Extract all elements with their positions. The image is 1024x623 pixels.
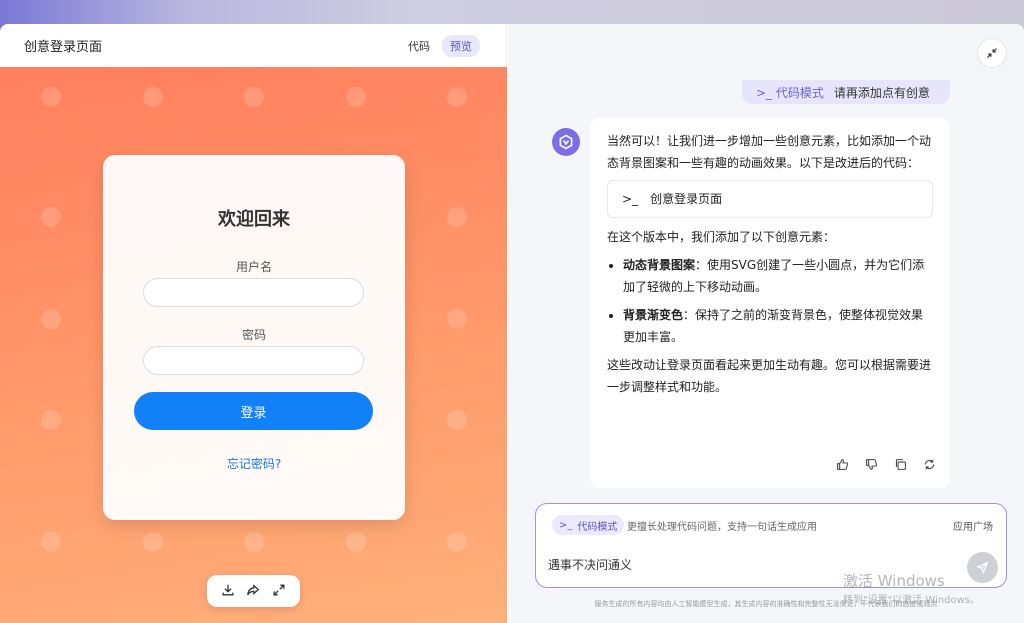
view-toggle: 代码 预览 bbox=[400, 35, 480, 57]
mode-hint: 更擅长处理代码问题，支持一句话生成应用 bbox=[627, 522, 817, 533]
copy-icon[interactable] bbox=[894, 456, 907, 478]
share-icon[interactable] bbox=[246, 582, 260, 601]
background-dot bbox=[41, 532, 61, 552]
collapse-icon bbox=[987, 48, 997, 58]
assistant-closing: 这些改动让登录页面看起来更加生动有趣。您可以根据需要进一步调整样式和功能。 bbox=[607, 358, 932, 394]
list-item: 背景渐变色：保持了之前的渐变背景色，使整体视觉效果更加丰富。 bbox=[623, 304, 933, 348]
expand-icon[interactable] bbox=[272, 582, 286, 601]
background-dot bbox=[346, 87, 366, 107]
background-dot bbox=[447, 207, 467, 227]
user-message-mode: >_ 代码模式 bbox=[756, 85, 824, 100]
background-dot bbox=[447, 309, 467, 329]
background-dot bbox=[41, 309, 61, 329]
background-dot bbox=[143, 87, 163, 107]
thumbs-up-icon[interactable] bbox=[836, 456, 849, 478]
assistant-logo-icon bbox=[559, 134, 573, 150]
preview-toolbar bbox=[207, 575, 300, 607]
preview-pane: 创意登录页面 代码 预览 欢迎回来 用户名 密码 登录 忘记密码? bbox=[0, 24, 507, 623]
background-dot bbox=[244, 87, 264, 107]
assistant-avatar bbox=[552, 128, 580, 156]
preview-title: 创意登录页面 bbox=[24, 40, 103, 55]
username-input[interactable] bbox=[143, 278, 364, 307]
login-button[interactable]: 登录 bbox=[134, 392, 373, 430]
collapse-button[interactable] bbox=[977, 38, 1007, 68]
list-item: 动态背景图案：使用SVG创建了一些小圆点，并为它们添加了轻微的上下移动动画。 bbox=[623, 254, 933, 298]
login-card: 欢迎回来 用户名 密码 登录 忘记密码? bbox=[103, 155, 405, 520]
terminal-icon: >_ bbox=[622, 192, 639, 206]
tab-code[interactable]: 代码 bbox=[400, 35, 438, 57]
assistant-bullet-list: 动态背景图案：使用SVG创建了一些小圆点，并为它们添加了轻微的上下移动动画。 背… bbox=[623, 254, 933, 348]
regenerate-icon[interactable] bbox=[923, 456, 936, 478]
chat-pane: >_ 代码模式 请再添加点有创意 当然可以！让我们进一步增加一些创意元素，比如添… bbox=[508, 24, 1024, 623]
thumbs-down-icon[interactable] bbox=[865, 456, 878, 478]
preview-canvas: 欢迎回来 用户名 密码 登录 忘记密码? bbox=[0, 67, 507, 623]
login-heading: 欢迎回来 bbox=[218, 209, 290, 230]
background-dot bbox=[41, 410, 61, 430]
background-dot bbox=[346, 532, 366, 552]
code-mode-chip[interactable]: >_ 代码模式 bbox=[552, 515, 625, 535]
user-message-text: 请再添加点有创意 bbox=[833, 85, 930, 100]
code-card[interactable]: >_ 创意登录页面 bbox=[607, 180, 933, 218]
user-message: >_ 代码模式 请再添加点有创意 bbox=[742, 80, 950, 104]
assistant-message: 当然可以！让我们进一步增加一些创意元素，比如添加一个动态背景图案和一些有趣的动画… bbox=[590, 118, 950, 488]
tab-preview[interactable]: 预览 bbox=[442, 35, 480, 57]
assistant-intro: 当然可以！让我们进一步增加一些创意元素，比如添加一个动态背景图案和一些有趣的动画… bbox=[607, 134, 932, 170]
background-dot bbox=[447, 532, 467, 552]
forgot-password-link[interactable]: 忘记密码? bbox=[103, 455, 405, 472]
terminal-icon: >_ bbox=[559, 519, 573, 531]
background-dot bbox=[143, 532, 163, 552]
background-dot bbox=[41, 207, 61, 227]
download-icon[interactable] bbox=[221, 582, 235, 601]
background-dot bbox=[41, 87, 61, 107]
username-label: 用户名 bbox=[235, 260, 272, 274]
password-label: 密码 bbox=[241, 328, 266, 342]
background-dot bbox=[447, 410, 467, 430]
preview-header: 创意登录页面 代码 预览 bbox=[0, 24, 507, 67]
window-top-strip bbox=[0, 0, 1024, 24]
windows-activation-watermark: 激活 Windows 转到"设置"以激活 Windows。 bbox=[843, 572, 981, 606]
app-plaza-link[interactable]: 应用广场 bbox=[953, 518, 993, 533]
assistant-summary-lead: 在这个版本中，我们添加了以下创意元素： bbox=[607, 230, 836, 244]
background-dot bbox=[447, 87, 467, 107]
app-window: 创意登录页面 代码 预览 欢迎回来 用户名 密码 登录 忘记密码? >_ 代码模… bbox=[0, 24, 1024, 623]
message-actions bbox=[836, 456, 936, 478]
background-dot bbox=[244, 532, 264, 552]
code-card-label: 创意登录页面 bbox=[650, 192, 723, 206]
password-input[interactable] bbox=[143, 346, 364, 375]
